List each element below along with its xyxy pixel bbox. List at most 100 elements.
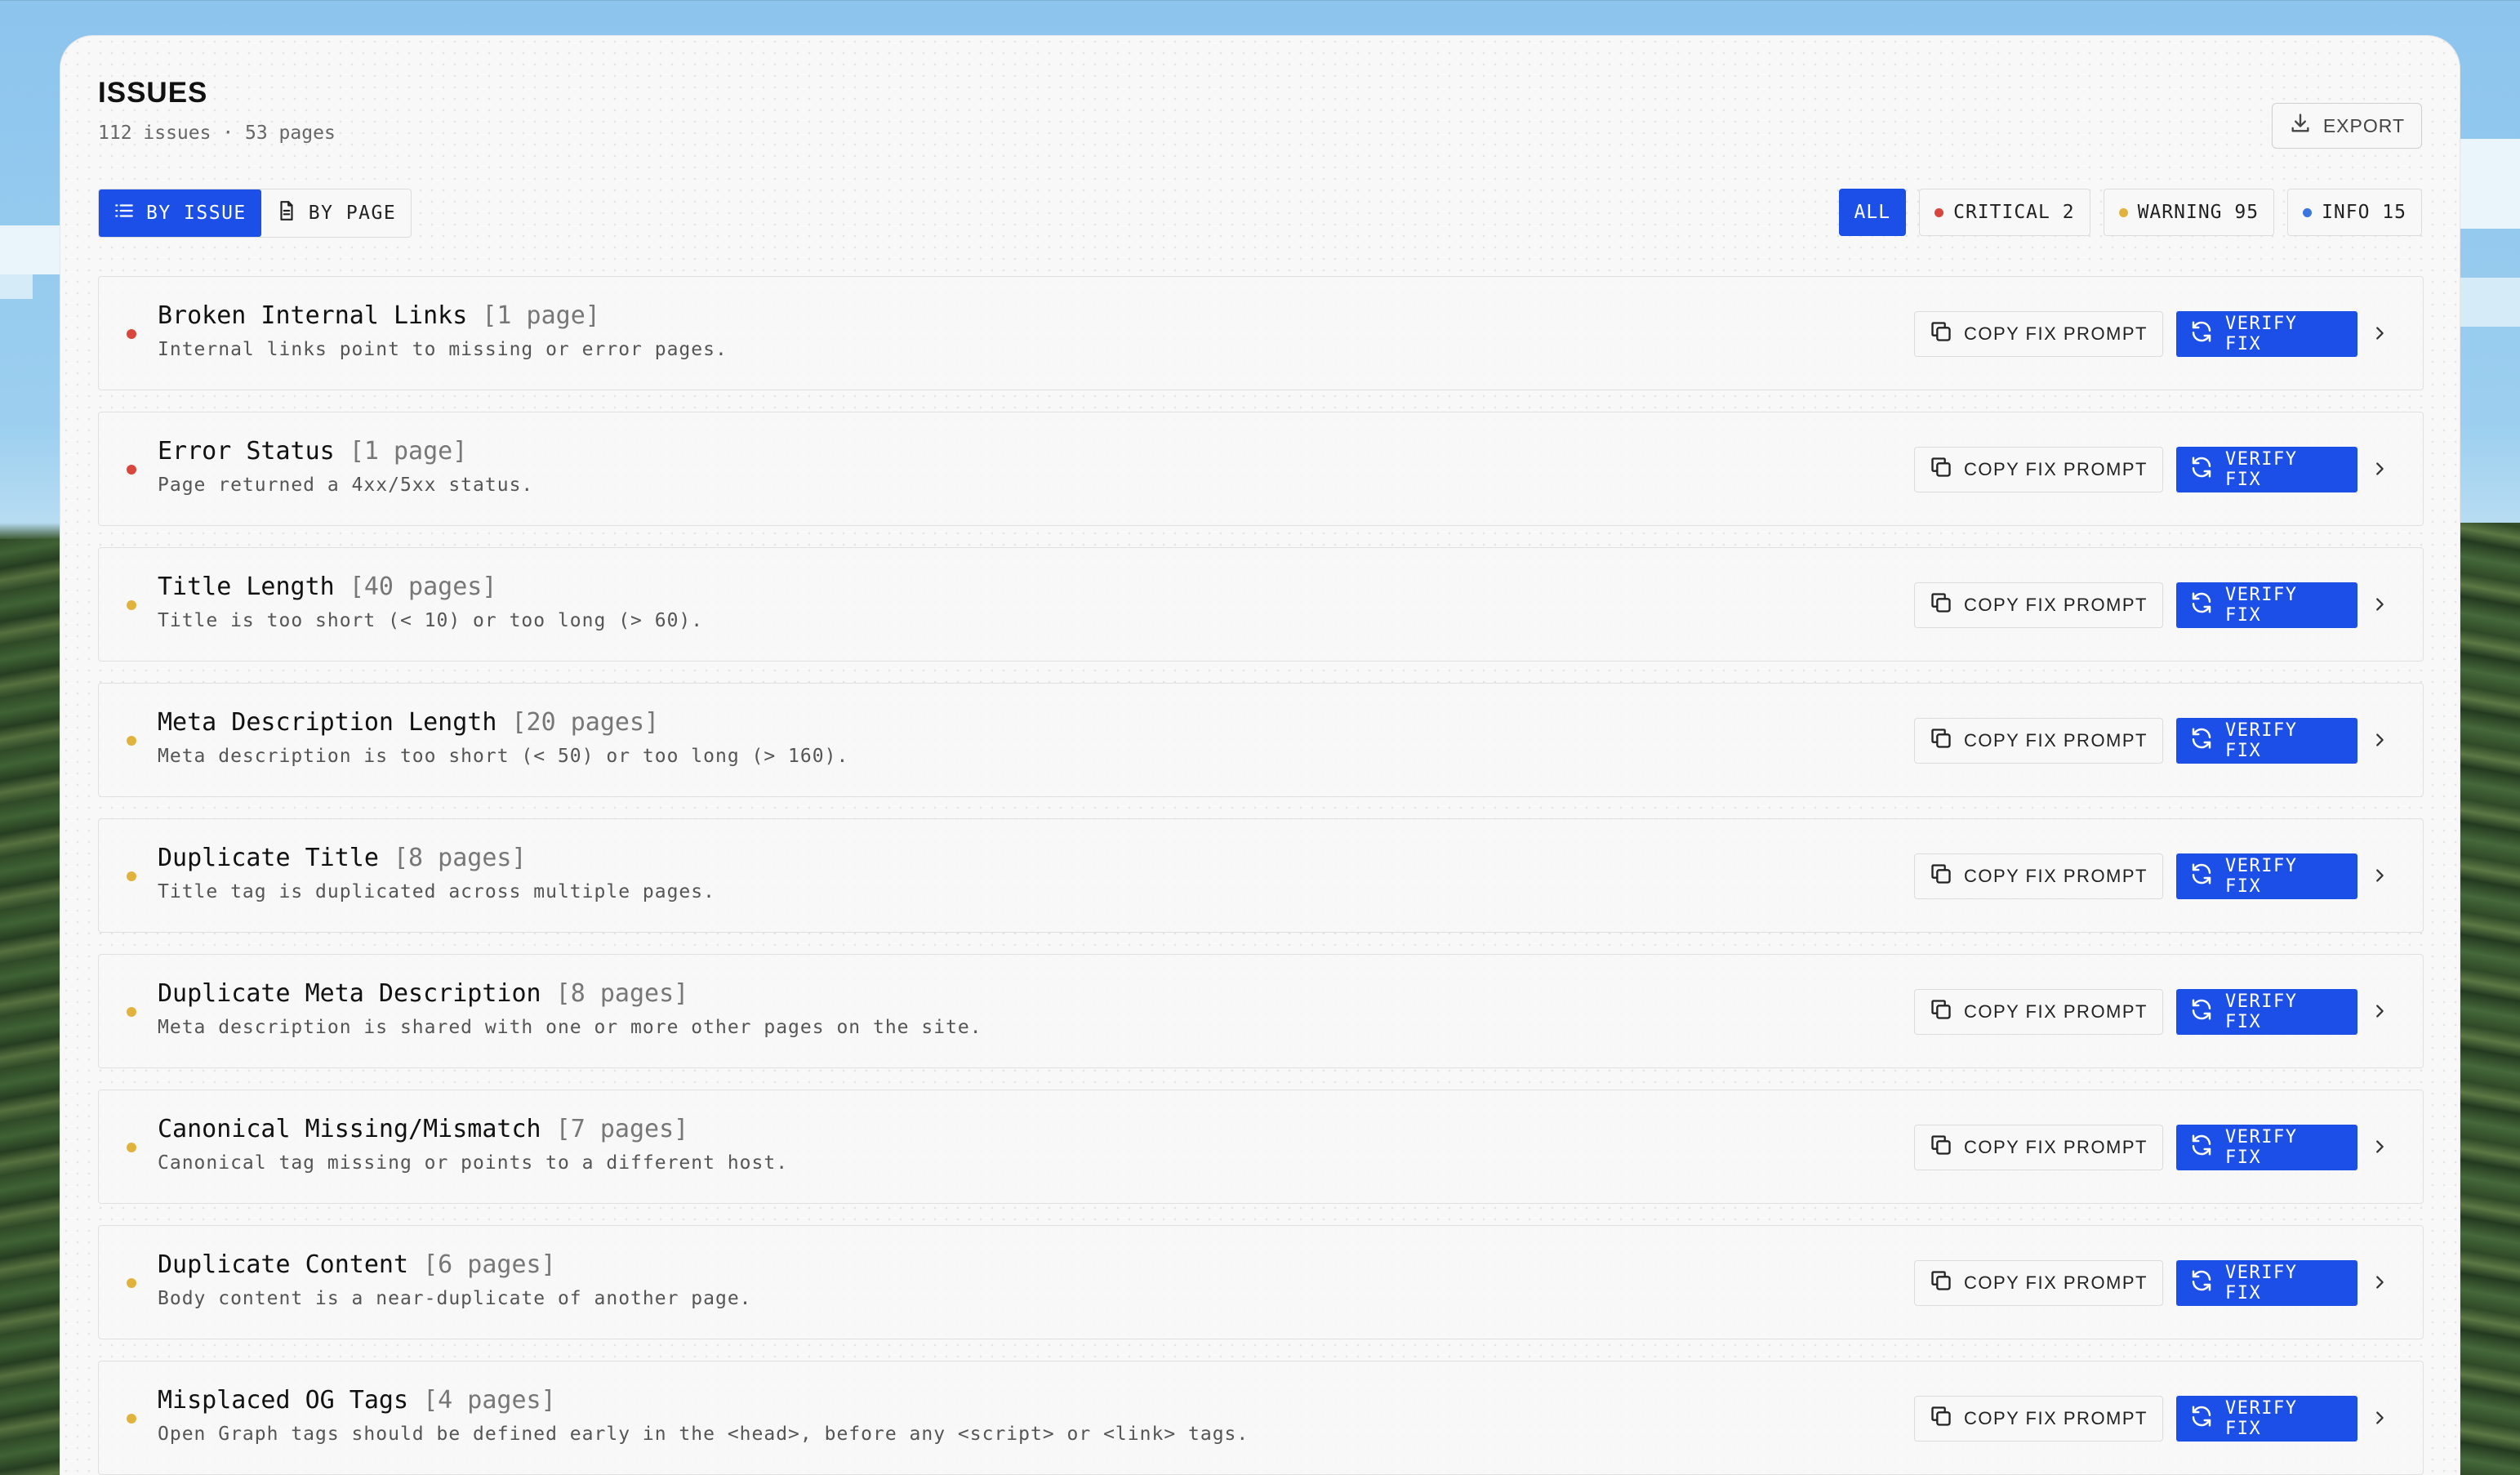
by-issue-tab[interactable]: BY ISSUE [99,189,261,237]
copy-fix-prompt-button[interactable]: COPY FIX PROMPT [1913,989,2163,1035]
issue-row[interactable]: Duplicate Meta Description [8 pages] Met… [98,954,2424,1068]
trees-right [2460,523,2520,1475]
filter-critical[interactable]: CRITICAL 2 [1919,189,2090,236]
issue-list: Broken Internal Links [1 page] Internal … [98,276,2424,1475]
issue-name: Misplaced OG Tags [158,1386,409,1415]
refresh-icon [2189,590,2214,620]
issue-row[interactable]: Misplaced OG Tags [4 pages] Open Graph t… [98,1361,2424,1475]
issue-row[interactable]: Canonical Missing/Mismatch [7 pages] Can… [98,1090,2424,1204]
document-icon [276,200,297,226]
issue-name: Canonical Missing/Mismatch [158,1115,541,1143]
issue-name-line: Duplicate Title [8 pages] [158,844,527,872]
chevron-right-icon[interactable] [2367,1270,2392,1295]
copy-fix-prompt-label: COPY FIX PROMPT [1963,730,2148,751]
copy-fix-prompt-button[interactable]: COPY FIX PROMPT [1913,311,2163,357]
issue-description: Meta description is shared with one or m… [158,1017,982,1038]
filter-warning-label: WARNING 95 [2137,202,2260,223]
chevron-right-icon[interactable] [2367,999,2392,1023]
chevron-right-icon[interactable] [2367,728,2392,752]
copy-fix-prompt-button[interactable]: COPY FIX PROMPT [1913,1125,2163,1170]
copy-fix-prompt-button[interactable]: COPY FIX PROMPT [1913,853,2163,899]
verify-fix-label: VERIFY FIX [2225,1127,2298,1168]
verify-fix-button[interactable]: VERIFY FIX [2176,1260,2357,1306]
severity-dot-icon [127,1143,136,1152]
verify-fix-button[interactable]: VERIFY FIX [2176,447,2357,492]
copy-icon [1930,862,1952,890]
severity-dot-icon [127,1007,136,1017]
issue-page-count: [4 pages] [423,1386,556,1415]
issue-description: Body content is a near-duplicate of anot… [158,1288,752,1309]
issue-page-count: [8 pages] [394,844,527,872]
filter-critical-label: CRITICAL 2 [1953,202,2075,223]
verify-fix-label: VERIFY FIX [2225,1398,2298,1439]
issue-row[interactable]: Duplicate Content [6 pages] Body content… [98,1225,2424,1339]
issue-name-line: Error Status [1 page] [158,437,467,466]
verify-fix-button[interactable]: VERIFY FIX [2176,853,2357,899]
export-button[interactable]: EXPORT [2271,103,2422,149]
verify-fix-label: VERIFY FIX [2225,449,2298,490]
verify-fix-button[interactable]: VERIFY FIX [2176,1396,2357,1442]
chevron-right-icon[interactable] [2367,1134,2392,1159]
issue-row[interactable]: Meta Description Length [20 pages] Meta … [98,683,2424,797]
copy-fix-prompt-button[interactable]: COPY FIX PROMPT [1913,718,2163,764]
verify-fix-button[interactable]: VERIFY FIX [2176,1125,2357,1170]
issue-description: Canonical tag missing or points to a dif… [158,1152,789,1174]
refresh-icon [2189,862,2214,891]
refresh-icon [2189,455,2214,484]
by-page-label: BY PAGE [308,203,397,224]
chevron-right-icon[interactable] [2367,1406,2392,1430]
verify-fix-button[interactable]: VERIFY FIX [2176,718,2357,764]
filter-info-label: INFO 15 [2322,202,2406,223]
copy-icon [1930,1405,1952,1433]
verify-fix-button[interactable]: VERIFY FIX [2176,311,2357,357]
copy-fix-prompt-label: COPY FIX PROMPT [1963,595,2148,615]
copy-icon [1930,998,1952,1026]
copy-fix-prompt-button[interactable]: COPY FIX PROMPT [1913,582,2163,628]
page-title: ISSUES [98,77,208,109]
issue-row[interactable]: Error Status [1 page] Page returned a 4x… [98,412,2424,526]
by-issue-label: BY ISSUE [146,203,247,224]
copy-fix-prompt-button[interactable]: COPY FIX PROMPT [1913,447,2163,492]
cloud-right-lower [2460,278,2520,327]
critical-dot-icon [1935,207,1944,217]
filter-all[interactable]: ALL [1838,189,1907,236]
issue-page-count: [40 pages] [349,573,497,601]
verify-fix-label: VERIFY FIX [2225,856,2298,897]
issue-row[interactable]: Broken Internal Links [1 page] Internal … [98,276,2424,390]
issue-page-count: [1 page] [482,301,600,330]
issue-description: Meta description is too short (< 50) or … [158,746,849,767]
issue-name-line: Canonical Missing/Mismatch [7 pages] [158,1115,688,1143]
issue-name: Broken Internal Links [158,301,468,330]
info-dot-icon [2303,207,2313,217]
filter-warning[interactable]: WARNING 95 [2103,189,2275,236]
copy-fix-prompt-button[interactable]: COPY FIX PROMPT [1913,1260,2163,1306]
verify-fix-button[interactable]: VERIFY FIX [2176,582,2357,628]
verify-fix-label: VERIFY FIX [2225,992,2298,1032]
severity-dot-icon [127,871,136,881]
by-page-tab[interactable]: BY PAGE [261,189,411,237]
chevron-right-icon[interactable] [2367,457,2392,481]
issue-description: Title is too short (< 10) or too long (>… [158,610,704,631]
issue-row[interactable]: Duplicate Title [8 pages] Title tag is d… [98,818,2424,933]
issue-name-line: Misplaced OG Tags [4 pages] [158,1386,556,1415]
severity-dot-icon [127,1278,136,1288]
issue-description: Page returned a 4xx/5xx status. [158,475,534,496]
cloud-left [0,225,60,274]
verify-fix-button[interactable]: VERIFY FIX [2176,989,2357,1035]
chevron-right-icon[interactable] [2367,592,2392,617]
chevron-right-icon[interactable] [2367,863,2392,888]
issue-name-line: Title Length [40 pages] [158,573,496,601]
chevron-right-icon[interactable] [2367,321,2392,345]
issues-summary: 112 issues · 53 pages [98,123,336,144]
issue-row[interactable]: Title Length [40 pages] Title is too sho… [98,547,2424,662]
filter-info[interactable]: INFO 15 [2287,189,2422,236]
copy-fix-prompt-label: COPY FIX PROMPT [1963,1272,2148,1293]
refresh-icon [2189,1404,2214,1433]
issues-panel: ISSUES 112 issues · 53 pages EXPORT BY I… [60,36,2460,1475]
severity-dot-icon [127,736,136,746]
copy-icon [1930,1269,1952,1297]
issue-name: Meta Description Length [158,708,497,737]
cloud-right [2460,139,2520,229]
verify-fix-label: VERIFY FIX [2225,1263,2298,1303]
copy-fix-prompt-button[interactable]: COPY FIX PROMPT [1913,1396,2163,1442]
